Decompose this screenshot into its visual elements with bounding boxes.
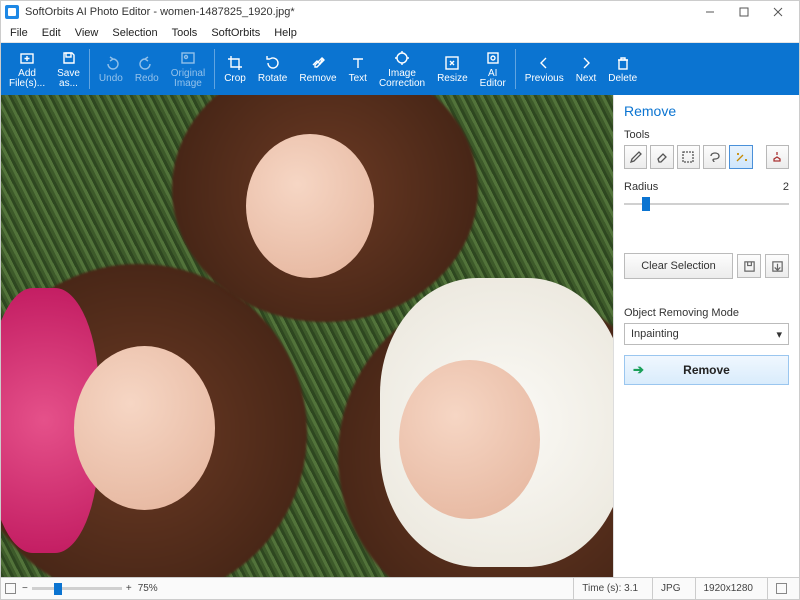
delete-button[interactable]: Delete — [602, 43, 643, 95]
mode-select[interactable]: Inpainting ▾ — [624, 323, 789, 345]
zoom-control[interactable]: − + — [22, 583, 132, 594]
tools-label: Tools — [624, 129, 789, 141]
radius-value: 2 — [783, 181, 789, 193]
window-title: SoftOrbits AI Photo Editor - women-14878… — [25, 6, 295, 18]
rotate-button[interactable]: Rotate — [252, 43, 293, 95]
resize-button[interactable]: Resize — [431, 43, 474, 95]
remove-action-button[interactable]: ➔ Remove — [624, 355, 789, 385]
titlebar: SoftOrbits AI Photo Editor - women-14878… — [1, 1, 799, 23]
radius-label: Radius — [624, 181, 658, 193]
mode-label: Object Removing Mode — [624, 307, 789, 319]
close-button[interactable] — [761, 1, 795, 23]
maximize-button[interactable] — [727, 1, 761, 23]
chevron-down-icon: ▾ — [776, 328, 782, 341]
remove-tool-button[interactable]: Remove — [293, 43, 342, 95]
zoom-slider[interactable] — [32, 587, 122, 590]
main-area: Remove Tools Radius 2 Clear Selection — [1, 95, 799, 577]
undo-button[interactable]: Undo — [93, 43, 129, 95]
menu-file[interactable]: File — [3, 25, 35, 41]
save-as-button[interactable]: Save as... — [51, 43, 86, 95]
text-button[interactable]: Text — [343, 43, 373, 95]
load-selection-button[interactable] — [765, 254, 789, 278]
image-correction-button[interactable]: Image Correction — [373, 43, 431, 95]
tool-row — [624, 145, 789, 169]
menu-edit[interactable]: Edit — [35, 25, 68, 41]
status-extra-icon[interactable] — [767, 578, 795, 599]
radius-slider[interactable] — [624, 195, 789, 213]
app-window: SoftOrbits AI Photo Editor - women-14878… — [0, 0, 800, 600]
lasso-tool[interactable] — [703, 145, 726, 169]
magic-wand-tool[interactable] — [729, 145, 752, 169]
app-icon — [5, 5, 19, 19]
side-panel: Remove Tools Radius 2 Clear Selection — [613, 95, 799, 577]
save-selection-button[interactable] — [737, 254, 761, 278]
status-time: Time (s): 3.1 — [573, 578, 646, 599]
redo-button[interactable]: Redo — [129, 43, 165, 95]
menu-softorbits[interactable]: SoftOrbits — [204, 25, 267, 41]
next-button[interactable]: Next — [570, 43, 603, 95]
arrow-right-icon: ➔ — [633, 362, 644, 378]
menu-view[interactable]: View — [68, 25, 106, 41]
menu-selection[interactable]: Selection — [105, 25, 164, 41]
zoom-out-icon[interactable]: − — [22, 583, 28, 594]
clear-selection-button[interactable]: Clear Selection — [624, 253, 733, 279]
status-format: JPG — [652, 578, 688, 599]
mode-value: Inpainting — [631, 328, 679, 340]
add-files-button[interactable]: Add File(s)... — [3, 43, 51, 95]
fit-screen-button[interactable] — [5, 583, 16, 594]
panel-title: Remove — [624, 103, 789, 119]
status-dimensions: 1920x1280 — [695, 578, 762, 599]
ribbon-toolbar: Add File(s)... Save as... Undo Redo Orig… — [1, 43, 799, 95]
pencil-tool[interactable] — [624, 145, 647, 169]
original-image-button[interactable]: Original Image — [165, 43, 211, 95]
menu-tools[interactable]: Tools — [165, 25, 205, 41]
crop-button[interactable]: Crop — [218, 43, 252, 95]
statusbar: − + 75% Time (s): 3.1 JPG 1920x1280 — [1, 577, 799, 599]
ai-editor-button[interactable]: AI Editor — [474, 43, 512, 95]
previous-button[interactable]: Previous — [519, 43, 570, 95]
remove-button-label: Remove — [683, 363, 730, 377]
menubar: File Edit View Selection Tools SoftOrbit… — [1, 23, 799, 43]
image-canvas[interactable] — [1, 95, 613, 577]
menu-help[interactable]: Help — [267, 25, 304, 41]
zoom-in-icon[interactable]: + — [126, 583, 132, 594]
clone-stamp-tool[interactable] — [766, 145, 789, 169]
zoom-value: 75% — [138, 583, 158, 594]
eraser-tool[interactable] — [650, 145, 673, 169]
photo-content — [1, 95, 613, 577]
minimize-button[interactable] — [693, 1, 727, 23]
rectangle-select-tool[interactable] — [677, 145, 700, 169]
